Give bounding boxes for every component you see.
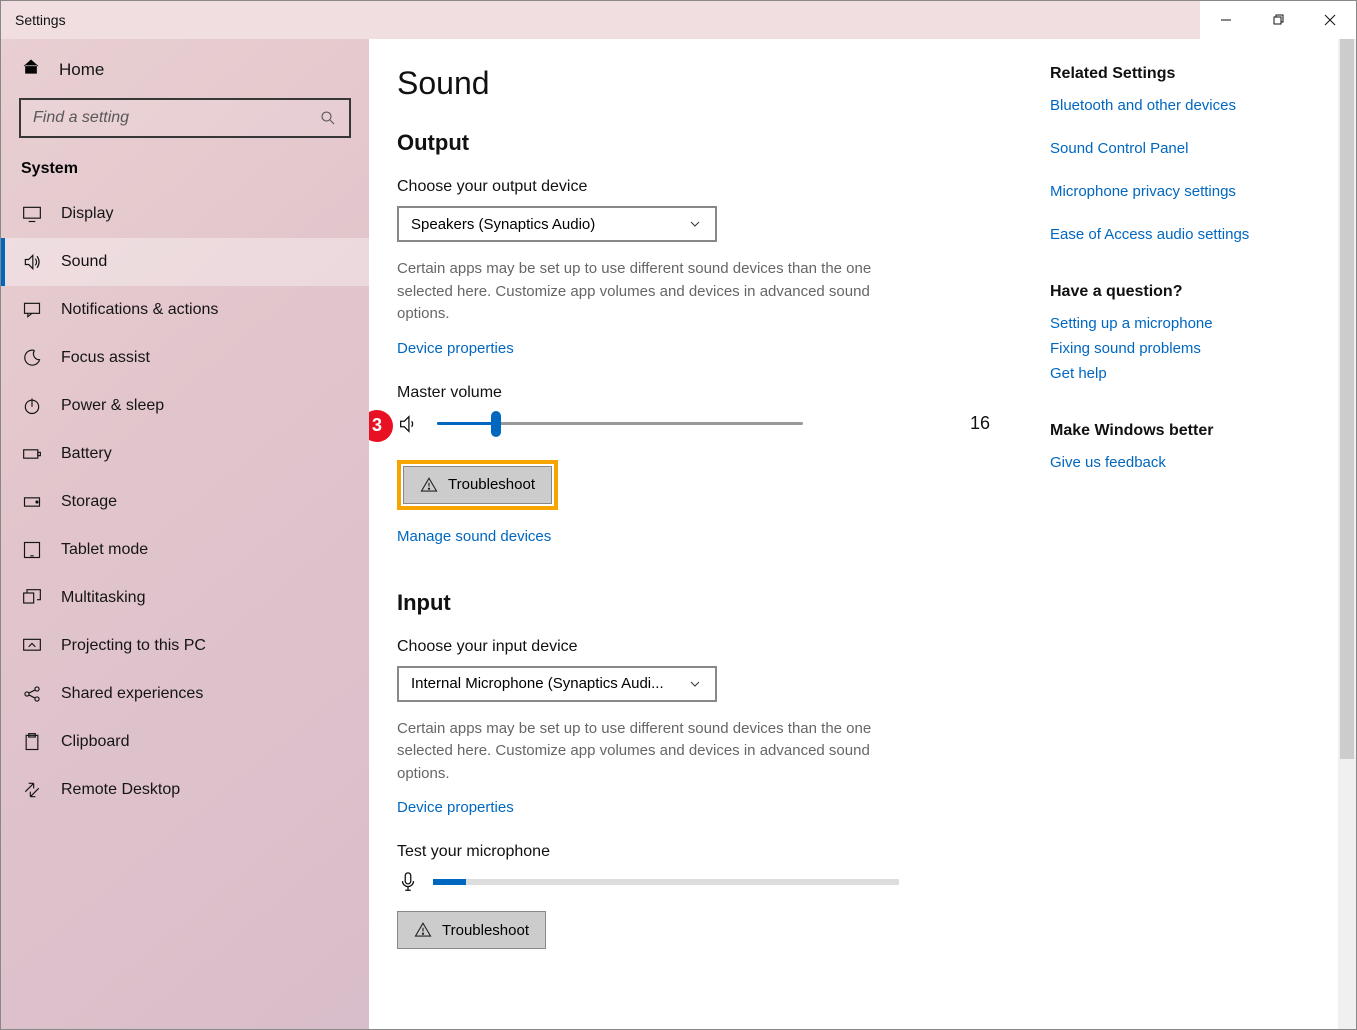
microphone-level-meter <box>433 879 899 885</box>
warning-icon <box>420 476 438 494</box>
input-heading: Input <box>397 590 1050 616</box>
question-link-fixing-sound[interactable]: Fixing sound problems <box>1050 340 1340 357</box>
chevron-down-icon <box>687 216 703 232</box>
sidebar-item-projecting[interactable]: Projecting to this PC <box>1 622 369 670</box>
sidebar-item-label: Sound <box>61 253 107 271</box>
sidebar-item-tablet-mode[interactable]: Tablet mode <box>1 526 369 574</box>
input-device-value: Internal Microphone (Synaptics Audi... <box>411 675 664 692</box>
home-label: Home <box>59 60 104 80</box>
home-icon <box>21 57 41 82</box>
sidebar-item-label: Display <box>61 205 113 223</box>
sidebar-item-focus-assist[interactable]: Focus assist <box>1 334 369 382</box>
sidebar-item-label: Remote Desktop <box>61 781 180 799</box>
question-link-get-help[interactable]: Get help <box>1050 365 1340 382</box>
input-troubleshoot-button[interactable]: Troubleshoot <box>397 911 546 949</box>
sidebar-item-storage[interactable]: Storage <box>1 478 369 526</box>
output-heading: Output <box>397 130 1050 156</box>
main-panel: Sound Output Choose your output device S… <box>369 39 1356 1029</box>
chevron-down-icon <box>687 676 703 692</box>
moon-icon <box>21 348 43 368</box>
projecting-icon <box>21 636 43 656</box>
sidebar-item-clipboard[interactable]: Clipboard <box>1 718 369 766</box>
sidebar-item-label: Focus assist <box>61 349 150 367</box>
annotation-badge: 3 <box>369 410 393 442</box>
page-title: Sound <box>397 65 1050 102</box>
output-device-value: Speakers (Synaptics Audio) <box>411 216 595 233</box>
master-volume-value: 16 <box>970 413 990 434</box>
troubleshoot-label: Troubleshoot <box>448 476 535 493</box>
related-link-sound-control-panel[interactable]: Sound Control Panel <box>1050 140 1340 157</box>
search-field[interactable] <box>33 109 319 127</box>
tablet-icon <box>21 540 43 560</box>
sidebar-item-label: Battery <box>61 445 112 463</box>
search-icon <box>319 109 337 127</box>
input-device-properties-link[interactable]: Device properties <box>397 799 514 816</box>
scrollbar[interactable] <box>1338 39 1356 1029</box>
output-help-text: Certain apps may be set up to use differ… <box>397 258 899 326</box>
sidebar-item-power-sleep[interactable]: Power & sleep <box>1 382 369 430</box>
sidebar-item-label: Power & sleep <box>61 397 164 415</box>
test-microphone-label: Test your microphone <box>397 843 1050 861</box>
search-input[interactable] <box>19 98 351 138</box>
question-link-setup-mic[interactable]: Setting up a microphone <box>1050 315 1340 332</box>
sidebar-item-display[interactable]: Display <box>1 190 369 238</box>
sidebar-item-label: Storage <box>61 493 117 511</box>
sidebar-item-remote-desktop[interactable]: Remote Desktop <box>1 766 369 814</box>
troubleshoot-highlight: Troubleshoot <box>397 460 558 510</box>
warning-icon <box>414 921 432 939</box>
scrollbar-thumb[interactable] <box>1340 39 1354 759</box>
better-heading: Make Windows better <box>1050 422 1340 440</box>
related-link-ease-of-access[interactable]: Ease of Access audio settings <box>1050 226 1340 243</box>
close-button[interactable] <box>1304 1 1356 39</box>
sidebar-item-sound[interactable]: Sound <box>1 238 369 286</box>
master-volume-label: Master volume <box>397 384 1050 402</box>
titlebar: Settings <box>1 1 1356 39</box>
home-button[interactable]: Home <box>1 39 369 98</box>
sidebar-item-label: Tablet mode <box>61 541 148 559</box>
sidebar-item-multitasking[interactable]: Multitasking <box>1 574 369 622</box>
related-settings-heading: Related Settings <box>1050 65 1340 83</box>
sidebar-item-label: Multitasking <box>61 589 145 607</box>
sidebar-item-label: Shared experiences <box>61 685 203 703</box>
related-link-bluetooth[interactable]: Bluetooth and other devices <box>1050 97 1340 114</box>
right-column: Related Settings Bluetooth and other dev… <box>1050 39 1356 1029</box>
sidebar-item-notifications[interactable]: Notifications & actions <box>1 286 369 334</box>
sidebar-item-shared-experiences[interactable]: Shared experiences <box>1 670 369 718</box>
sidebar-item-label: Clipboard <box>61 733 129 751</box>
sidebar-item-label: Notifications & actions <box>61 301 218 319</box>
master-volume-slider[interactable] <box>437 412 803 436</box>
minimize-button[interactable] <box>1200 1 1252 39</box>
output-device-select[interactable]: Speakers (Synaptics Audio) <box>397 206 717 242</box>
sidebar-section-label: System <box>1 160 369 190</box>
monitor-icon <box>21 204 43 224</box>
maximize-button[interactable] <box>1252 1 1304 39</box>
troubleshoot-label: Troubleshoot <box>442 922 529 939</box>
question-heading: Have a question? <box>1050 283 1340 301</box>
clipboard-icon <box>21 732 43 752</box>
feedback-link[interactable]: Give us feedback <box>1050 454 1340 471</box>
sidebar-item-label: Projecting to this PC <box>61 637 206 655</box>
window-title: Settings <box>1 12 66 28</box>
microphone-icon <box>397 871 419 893</box>
manage-sound-devices-link[interactable]: Manage sound devices <box>397 528 551 545</box>
volume-icon <box>397 413 419 435</box>
message-icon <box>21 300 43 320</box>
storage-icon <box>21 492 43 512</box>
output-troubleshoot-button[interactable]: Troubleshoot <box>403 466 552 504</box>
output-device-label: Choose your output device <box>397 178 1050 196</box>
share-icon <box>21 684 43 704</box>
related-link-mic-privacy[interactable]: Microphone privacy settings <box>1050 183 1340 200</box>
speaker-icon <box>21 252 43 272</box>
input-help-text: Certain apps may be set up to use differ… <box>397 718 899 786</box>
remote-icon <box>21 780 43 800</box>
power-icon <box>21 396 43 416</box>
multitasking-icon <box>21 588 43 608</box>
window-controls <box>1200 1 1356 39</box>
input-device-label: Choose your input device <box>397 638 1050 656</box>
sidebar-item-battery[interactable]: Battery <box>1 430 369 478</box>
battery-icon <box>21 444 43 464</box>
output-device-properties-link[interactable]: Device properties <box>397 340 514 357</box>
input-device-select[interactable]: Internal Microphone (Synaptics Audi... <box>397 666 717 702</box>
sidebar: Home System Display Sound Notifications … <box>1 39 369 1029</box>
